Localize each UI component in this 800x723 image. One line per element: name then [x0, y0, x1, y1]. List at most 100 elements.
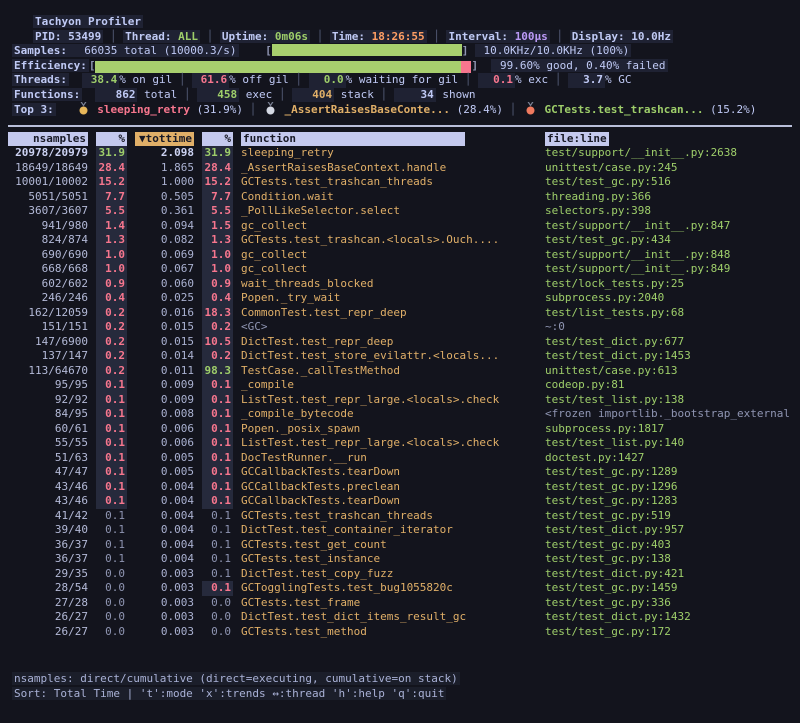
table-row[interactable]: 668/6681.00.0671.0gc_collecttest/support… [8, 262, 792, 277]
separator: │ [272, 88, 292, 101]
top3-line: Top 3: sleeping_retry (31.9%) │ _AssertR… [12, 102, 800, 117]
cell-function-name: _compile_bytecode [241, 407, 537, 422]
table-row[interactable]: 39/400.10.0040.1DictTest.test_container_… [8, 523, 792, 538]
cell-percent-direct: 0.1 [96, 552, 127, 567]
thread-stat-suffix: % on gil [119, 73, 172, 86]
cell-percent-direct: 0.0 [96, 625, 127, 640]
function-stat-value: 458 [197, 88, 239, 103]
table-row[interactable]: 162/120590.20.01618.3CommonTest.test_rep… [8, 306, 792, 321]
cell-tottime: 0.006 [135, 436, 194, 451]
cell-tottime: 0.067 [135, 262, 194, 277]
table-row[interactable]: 113/646700.20.01198.3TestCase._callTestM… [8, 364, 792, 379]
cell-percent-cumulative: 0.4 [202, 291, 233, 306]
table-row[interactable]: 55/550.10.0060.1ListTest.test_repr_large… [8, 436, 792, 451]
cell-tottime: 0.069 [135, 248, 194, 263]
table-row[interactable]: 60/610.10.0060.1Popen._posix_spawnsubpro… [8, 422, 792, 437]
column-header-nsamples[interactable]: nsamples [8, 132, 88, 146]
cell-function-name: _compile [241, 378, 537, 393]
cell-percent-direct: 0.9 [96, 277, 127, 292]
cell-percent-cumulative: 31.9 [202, 146, 233, 161]
table-row[interactable]: 51/630.10.0050.1DocTestRunner.__rundocte… [8, 451, 792, 466]
separator: │ [103, 30, 123, 43]
column-header-pct1[interactable]: % [96, 132, 127, 146]
samples-progress-bar [272, 44, 462, 56]
function-stat-suffix: shown [436, 88, 476, 101]
table-row[interactable]: 690/6901.00.0691.0gc_collecttest/support… [8, 248, 792, 263]
table-row[interactable]: 36/370.10.0040.1GCTests.test_instancetes… [8, 552, 792, 567]
cell-tottime: 0.025 [135, 291, 194, 306]
cell-tottime: 0.004 [135, 538, 194, 553]
cell-file-line: test/test_gc.py:336 [545, 596, 792, 611]
cell-nsamples: 824/874 [8, 233, 88, 248]
info-value: 0m06s [275, 30, 308, 43]
cell-function-name: DictTest.test_copy_fuzz [241, 567, 537, 582]
info-segment-pid: PID: 53499 [33, 30, 103, 43]
cell-function-name: Popen._try_wait [241, 291, 537, 306]
table-row[interactable]: 18649/1864928.41.86528.4_AssertRaisesBas… [8, 161, 792, 176]
separator: │ [548, 73, 568, 86]
top3-percent: (15.2%) [710, 103, 756, 116]
table-row[interactable]: 10001/1000215.21.00015.2GCTests.test_tra… [8, 175, 792, 190]
table-row[interactable]: 602/6020.90.0600.9wait_threads_blockedte… [8, 277, 792, 292]
cell-percent-cumulative: 0.1 [202, 465, 233, 480]
thread-stat-value: 0.1 [478, 73, 515, 88]
cell-function-name: _AssertRaisesBaseContext.handle [241, 161, 537, 176]
cell-nsamples: 3607/3607 [8, 204, 88, 219]
functions-label: Functions: [12, 88, 82, 101]
silver-medal-icon [266, 102, 275, 115]
cell-percent-direct: 1.4 [96, 219, 127, 234]
cell-percent-direct: 0.1 [96, 480, 127, 495]
cell-percent-direct: 0.1 [96, 465, 127, 480]
table-row[interactable]: 246/2460.40.0250.4Popen._try_waitsubproc… [8, 291, 792, 306]
cell-function-name: gc_collect [241, 219, 537, 234]
cell-nsamples: 26/27 [8, 625, 88, 640]
cell-percent-cumulative: 0.1 [202, 393, 233, 408]
cell-tottime: 1.865 [135, 161, 194, 176]
table-row[interactable]: 92/920.10.0090.1ListTest.test_repr_large… [8, 393, 792, 408]
table-row[interactable]: 26/270.00.0030.0DictTest.test_dict_items… [8, 610, 792, 625]
cell-function-name: gc_collect [241, 248, 537, 263]
cell-percent-direct: 0.1 [96, 494, 127, 509]
table-row[interactable]: 95/950.10.0090.1_compilecodeop.py:81 [8, 378, 792, 393]
table-row[interactable]: 43/460.10.0040.1GCCallbackTests.tearDown… [8, 494, 792, 509]
cell-nsamples: 151/151 [8, 320, 88, 335]
table-row[interactable]: 43/460.10.0040.1GCCallbackTests.preclean… [8, 480, 792, 495]
column-header-tottime[interactable]: ▼tottime [135, 132, 194, 146]
column-header-function[interactable]: function [241, 132, 537, 146]
cell-function-name: GCTests.test_instance [241, 552, 537, 567]
column-header-fileline[interactable]: file:line [545, 132, 792, 146]
cell-percent-cumulative: 0.1 [202, 567, 233, 582]
cell-file-line: test/test_dict.py:957 [545, 523, 792, 538]
table-row[interactable]: 28/540.00.0030.1GCTogglingTests.test_bug… [8, 581, 792, 596]
efficiency-progress-bar [95, 61, 471, 73]
cell-percent-cumulative: 0.1 [202, 509, 233, 524]
cell-percent-cumulative: 0.1 [202, 480, 233, 495]
table-row[interactable]: 29/350.00.0030.1DictTest.test_copy_fuzzt… [8, 567, 792, 582]
table-row[interactable]: 5051/50517.70.5057.7Condition.waitthread… [8, 190, 792, 205]
cell-tottime: 0.060 [135, 277, 194, 292]
column-header-pct2[interactable]: % [202, 132, 233, 146]
table-row[interactable]: 20978/2097931.92.09831.9sleeping_retryte… [8, 146, 792, 161]
table-row[interactable]: 137/1470.20.0140.2DictTest.test_store_ev… [8, 349, 792, 364]
title-line: Tachyon Profiler [33, 15, 800, 30]
top3-function-name: GCTests.test_trashcan... [538, 103, 710, 116]
cell-file-line: test/test_dict.py:1453 [545, 349, 792, 364]
table-row[interactable]: 47/470.10.0050.1GCCallbackTests.tearDown… [8, 465, 792, 480]
table-row[interactable]: 36/370.10.0040.1GCTests.test_get_countte… [8, 538, 792, 553]
table-row[interactable]: 151/1510.20.0150.2<GC>~:0 [8, 320, 792, 335]
table-row[interactable]: 27/280.00.0030.0GCTests.test_frametest/t… [8, 596, 792, 611]
table-row[interactable]: 147/69000.20.01510.5DictTest.test_repr_d… [8, 335, 792, 350]
cell-nsamples: 10001/10002 [8, 175, 88, 190]
cell-nsamples: 602/602 [8, 277, 88, 292]
column-header-label: function [241, 132, 465, 146]
table-row[interactable]: 3607/36075.50.3615.5_PollLikeSelector.se… [8, 204, 792, 219]
table-row[interactable]: 26/270.00.0030.0GCTests.test_methodtest/… [8, 625, 792, 640]
cell-function-name: <GC> [241, 320, 537, 335]
cell-percent-cumulative: 1.5 [202, 219, 233, 234]
table-row[interactable]: 941/9801.40.0941.5gc_collecttest/support… [8, 219, 792, 234]
separator: │ [310, 30, 330, 43]
table-row[interactable]: 824/8741.30.0821.3GCTests.test_trashcan.… [8, 233, 792, 248]
table-row[interactable]: 84/950.10.0080.1_compile_bytecode<frozen… [8, 407, 792, 422]
cell-file-line: selectors.py:398 [545, 204, 792, 219]
table-row[interactable]: 41/420.10.0040.1GCTests.test_trashcan_th… [8, 509, 792, 524]
